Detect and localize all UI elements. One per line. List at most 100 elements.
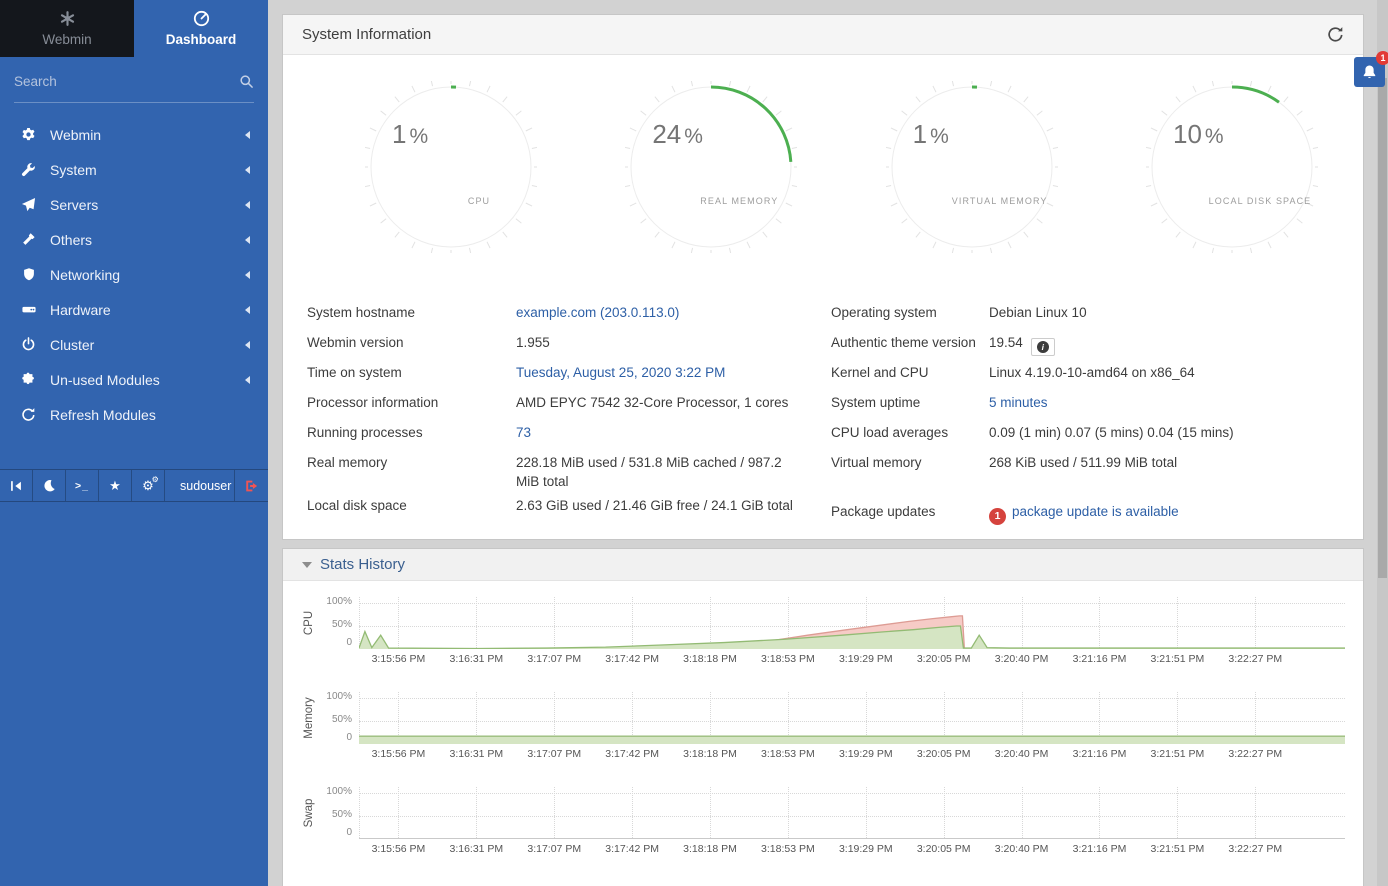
search-input[interactable]: [14, 74, 239, 89]
chevron-left-icon: [245, 376, 250, 384]
gauge-tick: [933, 86, 936, 92]
plot-area: [359, 692, 1345, 744]
favorites-button[interactable]: ★: [99, 470, 132, 501]
gauge-tick: [1193, 242, 1196, 248]
sidebar-item-cluster[interactable]: Cluster: [0, 327, 268, 362]
gauge-tick: [763, 232, 767, 237]
gauge-tick: [747, 86, 750, 92]
tab-dashboard[interactable]: Dashboard: [134, 0, 268, 57]
theme-info-button[interactable]: i: [1031, 338, 1055, 356]
gauge-tick: [1046, 128, 1052, 131]
gauge-tick: [1023, 232, 1027, 237]
star-icon: ★: [109, 479, 121, 492]
gauge-tick: [625, 185, 630, 187]
user-menu-button[interactable]: sudouser: [165, 470, 235, 501]
notifications-button[interactable]: 1: [1354, 57, 1385, 87]
gauge-progress-arc: [371, 87, 531, 247]
collapse-sidebar-button[interactable]: [0, 470, 33, 501]
gauge-value: 10%: [1173, 119, 1224, 150]
gauge-tick: [1053, 147, 1058, 149]
gauge-label: REAL MEMORY: [625, 196, 797, 206]
gauge-tick: [1250, 81, 1252, 86]
x-tick-label: 3:17:07 PM: [527, 748, 581, 760]
gauge-tick: [1297, 111, 1302, 115]
sidebar-item-label: Cluster: [50, 337, 94, 353]
tools-icon: [18, 232, 39, 247]
gauge-value: 24%: [652, 119, 703, 150]
gauge-tick: [1008, 242, 1011, 248]
tab-webmin[interactable]: Webmin: [0, 0, 134, 57]
gauge-tick: [747, 242, 750, 248]
x-tick-label: 3:19:29 PM: [839, 843, 893, 855]
y-axis-title: Memory: [303, 694, 315, 742]
hostname-link[interactable]: example.com (203.0.113.0): [516, 305, 679, 320]
x-tick-label: 3:17:42 PM: [605, 653, 659, 665]
table-row: Time on systemTuesday, August 25, 2020 3…: [307, 359, 831, 389]
sidebar-item-others[interactable]: Others: [0, 222, 268, 257]
chevron-left-icon: [245, 201, 250, 209]
time-on-system-link[interactable]: Tuesday, August 25, 2020 3:22 PM: [516, 365, 725, 380]
gauge-tick: [776, 111, 781, 115]
y-axis: 100% 50% 0: [319, 597, 359, 668]
sidebar-item-hardware[interactable]: Hardware: [0, 292, 268, 327]
y-axis: 100% 50% 0: [319, 787, 359, 858]
gauge-tick: [1037, 111, 1042, 115]
gauge-tick: [431, 248, 433, 253]
table-row: Operating systemDebian Linux 10: [831, 299, 1339, 329]
table-row: Virtual memory268 KiB used / 511.99 MiB …: [831, 449, 1339, 479]
cpu-chart: CPU 100% 50% 0 3:15:56 PM3:16:31 PM3:17:…: [299, 597, 1345, 668]
gauge-progress-arc: [631, 87, 791, 247]
terminal-button[interactable]: >_: [66, 470, 99, 501]
gauge-tick: [916, 97, 920, 102]
username-label: sudouser: [180, 479, 231, 493]
gauge-tick: [1268, 242, 1271, 248]
refresh-page-button[interactable]: [1327, 26, 1344, 43]
logout-button[interactable]: [235, 470, 268, 501]
gauge-progress-arc: [892, 87, 1052, 247]
sidebar-menu: Webmin System Servers Others: [0, 103, 268, 432]
sidebar-item-servers[interactable]: Servers: [0, 187, 268, 222]
table-row: System uptime5 minutes: [831, 389, 1339, 419]
gauge-tick: [792, 185, 797, 187]
gauge-tick: [469, 81, 471, 86]
table-row: Processor informationAMD EPYC 7542 32-Co…: [307, 389, 831, 419]
x-tick-label: 3:21:51 PM: [1151, 748, 1205, 760]
gauge-tick: [1297, 219, 1302, 223]
system-uptime-link[interactable]: 5 minutes: [989, 395, 1048, 410]
sidebar-item-webmin[interactable]: Webmin: [0, 117, 268, 152]
x-tick-label: 3:17:42 PM: [605, 748, 659, 760]
gauge-tick: [641, 219, 646, 223]
page-scrollbar: [1377, 0, 1388, 886]
x-tick-label: 3:18:18 PM: [683, 653, 737, 665]
gauge-tick: [516, 111, 521, 115]
power-icon: [18, 337, 39, 352]
settings-button[interactable]: ⚙⚙: [132, 470, 165, 501]
gauge-tick: [1146, 185, 1151, 187]
search-icon[interactable]: [239, 74, 254, 89]
gauge-local-disk-space: 10% LOCAL DISK SPACE: [1146, 81, 1318, 253]
x-tick-label: 3:19:29 PM: [839, 748, 893, 760]
package-updates-link[interactable]: package update is available: [1012, 504, 1179, 519]
x-tick-label: 3:18:53 PM: [761, 653, 815, 665]
sidebar-item-refresh-modules[interactable]: Refresh Modules: [0, 397, 268, 432]
gauge-tick: [381, 111, 386, 115]
table-row: System hostnameexample.com (203.0.113.0): [307, 299, 831, 329]
stats-history-header[interactable]: Stats History: [283, 549, 1363, 581]
sidebar-item-system[interactable]: System: [0, 152, 268, 187]
x-axis-labels: 3:15:56 PM3:16:31 PM3:17:07 PM3:17:42 PM…: [359, 652, 1345, 668]
info-column-left: System hostnameexample.com (203.0.113.0)…: [307, 299, 831, 528]
scrollbar-thumb[interactable]: [1378, 78, 1387, 578]
y-axis-title: Swap: [303, 789, 315, 837]
sidebar-item-unused-modules[interactable]: Un-used Modules: [0, 362, 268, 397]
x-tick-label: 3:17:07 PM: [527, 843, 581, 855]
package-updates-badge: 1: [989, 508, 1006, 525]
system-info-table: System hostnameexample.com (203.0.113.0)…: [283, 299, 1363, 528]
night-mode-button[interactable]: [33, 470, 66, 501]
table-row: Kernel and CPULinux 4.19.0-10-amd64 on x…: [831, 359, 1339, 389]
x-tick-label: 3:17:42 PM: [605, 843, 659, 855]
gauge-ring: [1152, 87, 1312, 247]
sidebar-item-networking[interactable]: Networking: [0, 257, 268, 292]
swap-chart: Swap 100% 50% 0 3:15:56 PM3:16:31 PM3:17…: [299, 787, 1345, 858]
gauge-tick: [395, 232, 399, 237]
running-processes-link[interactable]: 73: [516, 425, 531, 440]
